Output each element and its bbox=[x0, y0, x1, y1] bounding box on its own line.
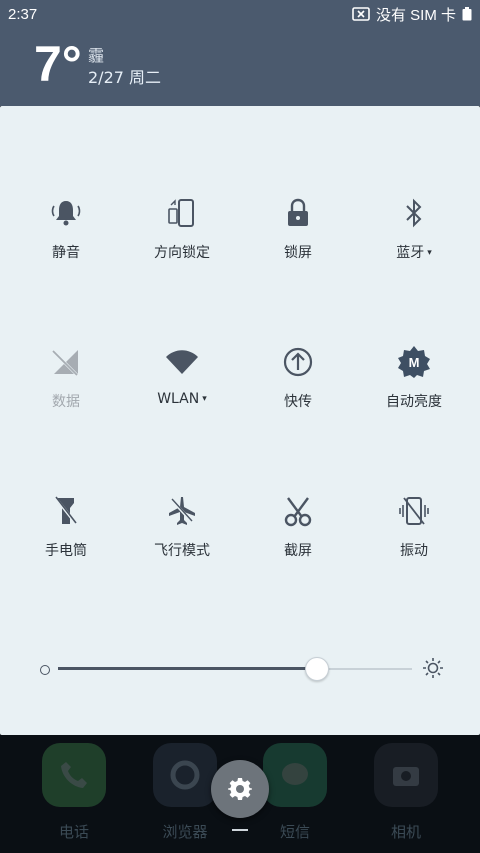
panel-drag-handle[interactable] bbox=[232, 829, 248, 831]
tile-screenshot-label: 截屏 bbox=[284, 543, 312, 559]
settings-button[interactable] bbox=[211, 760, 269, 818]
battery-icon bbox=[462, 7, 472, 21]
brightness-slider[interactable] bbox=[36, 651, 444, 687]
notification-header: 2:37 没有 SIM 卡 7° 霾 2/27 周二 bbox=[0, 0, 480, 106]
brightness-knob[interactable] bbox=[305, 657, 330, 681]
sim-status-text: 没有 SIM 卡 bbox=[375, 6, 456, 24]
tile-mute-label: 静音 bbox=[52, 245, 80, 261]
scissors-icon bbox=[279, 492, 317, 530]
svg-text:M: M bbox=[409, 355, 420, 370]
wlan-caret-icon: ▾ bbox=[202, 394, 207, 404]
quick-settings-panel: 静音 方向锁定 锁屏 蓝牙 ▾ 数据 WLAN ▾ 快传 M 自动亮度 手电筒 … bbox=[0, 106, 480, 735]
message-icon bbox=[263, 743, 327, 807]
tile-wlan-label: WLAN ▾ bbox=[157, 391, 207, 407]
weather-date: 2/27 周二 bbox=[88, 68, 162, 87]
tile-mobile-data[interactable]: 数据 bbox=[8, 343, 124, 433]
auto-brightness-icon: M bbox=[395, 343, 433, 381]
app-messages-label: 短信 bbox=[279, 823, 310, 841]
lock-icon bbox=[279, 194, 317, 232]
flashlight-icon bbox=[47, 492, 85, 530]
app-browser[interactable]: 浏览器 bbox=[150, 743, 220, 842]
tile-quick-transfer[interactable]: 快传 bbox=[240, 343, 356, 433]
tile-wlan[interactable]: WLAN ▾ bbox=[124, 343, 240, 433]
vibrate-icon bbox=[395, 492, 433, 530]
gear-icon bbox=[228, 778, 252, 800]
wifi-icon bbox=[163, 343, 201, 381]
tile-bluetooth-label: 蓝牙 ▾ bbox=[396, 245, 432, 261]
mobile-data-icon bbox=[47, 343, 85, 381]
camera-icon bbox=[374, 743, 438, 807]
brightness-low-icon bbox=[40, 665, 50, 675]
brightness-fill bbox=[58, 667, 317, 670]
tile-vibrate-label: 振动 bbox=[400, 543, 428, 559]
brightness-high-icon bbox=[423, 658, 443, 678]
clock: 2:37 bbox=[8, 5, 38, 23]
airplane-icon bbox=[163, 492, 201, 530]
tile-lock-screen[interactable]: 锁屏 bbox=[240, 194, 356, 284]
rotation-lock-icon bbox=[163, 194, 201, 232]
bluetooth-icon bbox=[395, 194, 433, 232]
bluetooth-caret-icon: ▾ bbox=[427, 248, 432, 258]
app-phone-label: 电话 bbox=[58, 823, 89, 841]
app-phone[interactable]: 电话 bbox=[39, 743, 109, 842]
tile-mute[interactable]: 静音 bbox=[8, 194, 124, 284]
tile-rotation-lock-label: 方向锁定 bbox=[154, 245, 210, 261]
tile-airplane-label: 飞行模式 bbox=[154, 543, 210, 559]
tile-auto-brightness[interactable]: M 自动亮度 bbox=[356, 343, 472, 433]
tile-lock-screen-label: 锁屏 bbox=[284, 245, 312, 261]
temperature[interactable]: 7° bbox=[34, 34, 82, 94]
app-camera[interactable]: 相机 bbox=[371, 743, 441, 842]
status-bar: 2:37 没有 SIM 卡 bbox=[0, 0, 480, 28]
no-sim-icon bbox=[352, 7, 370, 21]
tile-quick-transfer-label: 快传 bbox=[284, 394, 312, 410]
tile-mobile-data-label: 数据 bbox=[52, 394, 80, 410]
quick-transfer-icon bbox=[279, 343, 317, 381]
tile-vibrate[interactable]: 振动 bbox=[356, 492, 472, 582]
app-messages[interactable]: 短信 bbox=[260, 743, 330, 842]
weather-condition: 霾 bbox=[88, 46, 105, 65]
browser-icon bbox=[153, 743, 217, 807]
tile-auto-brightness-label: 自动亮度 bbox=[386, 394, 442, 410]
phone-icon bbox=[42, 743, 106, 807]
tile-flashlight[interactable]: 手电筒 bbox=[8, 492, 124, 582]
app-browser-label: 浏览器 bbox=[162, 823, 208, 841]
tile-bluetooth[interactable]: 蓝牙 ▾ bbox=[356, 194, 472, 284]
status-icons: 没有 SIM 卡 bbox=[352, 4, 472, 25]
bell-icon bbox=[47, 194, 85, 232]
tile-screenshot[interactable]: 截屏 bbox=[240, 492, 356, 582]
tile-airplane[interactable]: 飞行模式 bbox=[124, 492, 240, 582]
tile-flashlight-label: 手电筒 bbox=[45, 543, 87, 559]
app-camera-label: 相机 bbox=[390, 823, 421, 841]
tile-rotation-lock[interactable]: 方向锁定 bbox=[124, 194, 240, 284]
